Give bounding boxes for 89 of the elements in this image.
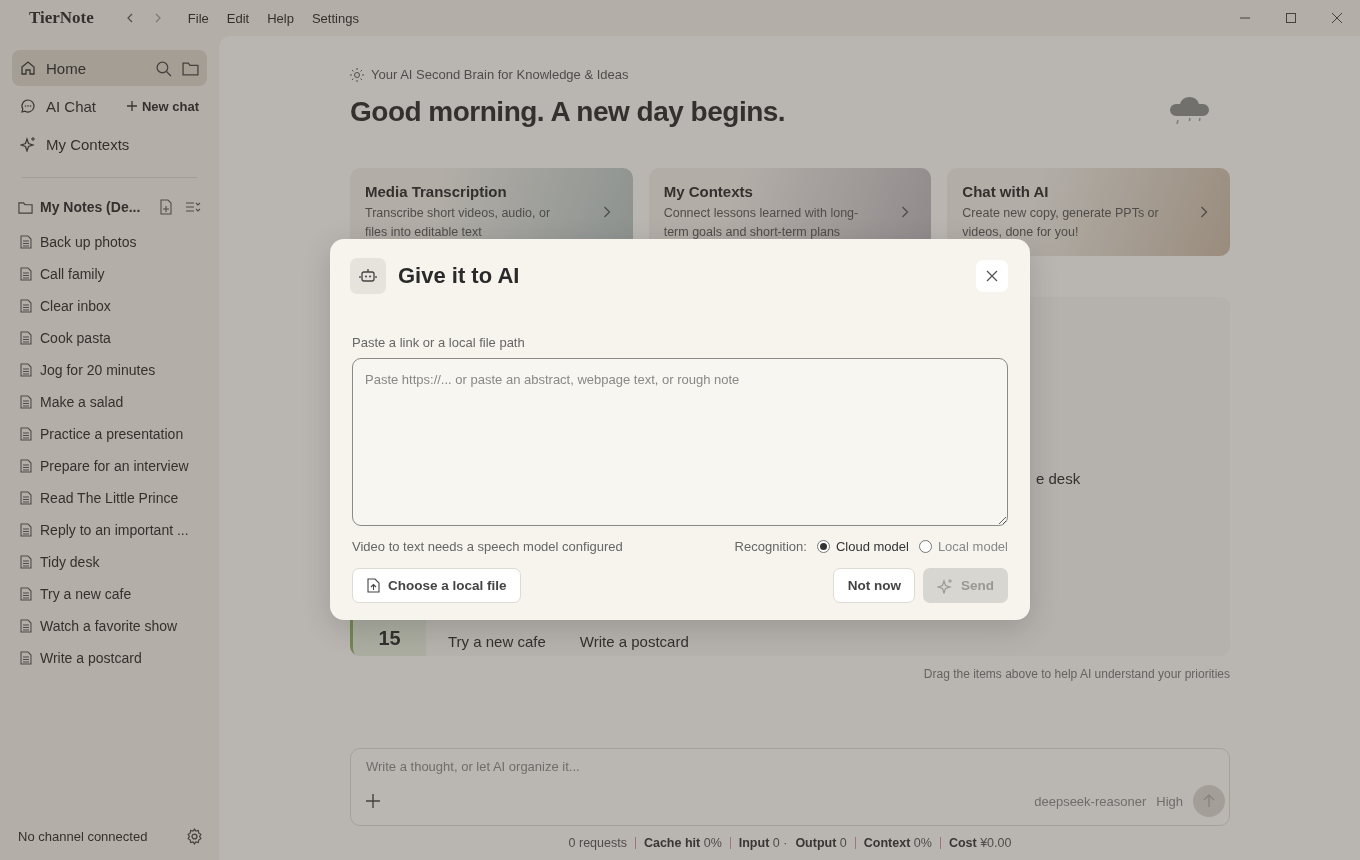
menu-item[interactable]: Edit	[226, 10, 250, 26]
document-icon	[20, 523, 32, 537]
document-icon	[20, 491, 32, 505]
close-button[interactable]	[976, 260, 1008, 292]
note-item[interactable]: Reply to an important ...	[12, 514, 207, 546]
document-icon	[20, 555, 32, 569]
note-item[interactable]: Try a new cafe	[12, 578, 207, 610]
app-logo: TierNote	[29, 8, 94, 28]
menu-item[interactable]: Help	[267, 10, 294, 26]
usage-stat: Context 0%	[863, 836, 932, 850]
note-item[interactable]: Write a postcard	[12, 642, 207, 674]
speech-model-note: Video to text needs a speech model configured	[352, 539, 623, 554]
close-icon[interactable]	[1331, 12, 1343, 24]
robot-icon	[350, 258, 386, 294]
maximize-icon[interactable]	[1285, 12, 1297, 24]
recognition-label: Recognition:	[734, 539, 807, 554]
chevron-right-icon	[1200, 206, 1208, 218]
nav-item[interactable]: AI Chat New chat	[12, 88, 207, 124]
sparkle-icon	[937, 577, 953, 594]
sort-icon[interactable]	[185, 199, 201, 215]
chevron-right-icon	[602, 206, 611, 218]
settings-icon[interactable]	[186, 828, 203, 845]
priority-item[interactable]: Try a new cafe	[448, 633, 546, 650]
new-chat-button[interactable]: New chat	[126, 96, 199, 116]
note-item[interactable]: Read The Little Prince	[12, 482, 207, 514]
usage-stat: Cache hit 0%	[643, 836, 722, 850]
document-icon	[20, 299, 32, 313]
new-note-icon[interactable]	[158, 199, 174, 215]
document-icon	[20, 363, 32, 377]
priority-hint: Drag the items above to help AI understand your priorities	[922, 667, 1230, 681]
folder-name[interactable]: My Notes (De...	[40, 199, 141, 215]
document-icon	[20, 235, 32, 249]
dialog-title: Give it to AI	[398, 263, 520, 289]
note-item[interactable]: Jog for 20 minutes	[12, 354, 207, 386]
document-icon	[20, 395, 32, 409]
sun-icon	[350, 67, 364, 82]
usage-stat: Input 0 ·	[738, 836, 788, 850]
usage-stat: 0 requests	[568, 836, 627, 850]
note-item[interactable]: Practice a presentation	[12, 418, 207, 450]
arrow-up-icon	[1202, 794, 1216, 808]
note-item[interactable]: Cook pasta	[12, 322, 207, 354]
not-now-button[interactable]: Not now	[832, 568, 915, 603]
note-item[interactable]: Tidy desk	[12, 546, 207, 578]
document-icon	[20, 619, 32, 633]
tagline: Your AI Second Brain for Knowledge & Ideas	[371, 67, 629, 82]
chat-icon	[20, 98, 36, 114]
folder-icon[interactable]	[18, 199, 33, 215]
note-item[interactable]: Make a salad	[12, 386, 207, 418]
menu-item[interactable]: File	[187, 10, 209, 26]
nav-item[interactable]: My Contexts	[12, 126, 207, 162]
document-icon	[20, 331, 32, 345]
note-item[interactable]: Call family	[12, 258, 207, 290]
file-upload-icon	[367, 578, 380, 593]
priority-item[interactable]: e desk	[1036, 470, 1081, 487]
usage-stat: Output 0	[795, 836, 847, 850]
greeting-heading: Good morning. A new day begins.	[350, 96, 786, 128]
radio-option[interactable]: Cloud model	[816, 539, 909, 554]
chevron-right-icon	[901, 206, 910, 218]
document-icon	[20, 587, 32, 601]
card-title: Media Transcription	[365, 183, 508, 201]
document-icon	[20, 267, 32, 281]
note-item[interactable]: Watch a favorite show	[12, 610, 207, 642]
document-icon	[20, 651, 32, 665]
card-title: My Contexts	[663, 183, 754, 201]
close-icon	[986, 270, 998, 282]
document-icon	[20, 427, 32, 441]
field-label: Paste a link or a local file path	[352, 335, 526, 350]
usage-stat: Cost ¥0.00	[948, 836, 1012, 850]
search-icon[interactable]	[155, 59, 172, 77]
home-icon	[20, 60, 36, 76]
link-input-field[interactable]: Paste https://... or paste an abstract, webpage text, or rough note	[352, 358, 1008, 526]
channel-status: No channel connected	[18, 829, 148, 844]
radio-option[interactable]: Local model	[918, 539, 1008, 554]
priority-item[interactable]: Write a postcard	[579, 633, 689, 650]
card-description: Connect lessons learned with long-term goals and short-term plans	[663, 205, 860, 241]
document-icon	[20, 459, 32, 473]
note-item[interactable]: Prepare for an interview	[12, 450, 207, 482]
nav-item[interactable]: Home	[12, 50, 207, 86]
card-title: Chat with AI	[962, 183, 1050, 201]
note-item[interactable]: Back up photos	[12, 226, 207, 258]
menu-item[interactable]: Settings	[311, 10, 359, 26]
plus-icon	[126, 101, 137, 111]
feature-card[interactable]: Chat with AI Create new copy, generate PPTs or videos, done for you!	[947, 168, 1230, 256]
note-item[interactable]: Clear inbox	[12, 290, 207, 322]
plus-icon[interactable]	[366, 794, 380, 808]
card-description: Create new copy, generate PPTs or videos, done for you!	[962, 205, 1160, 241]
choose-file-button[interactable]: Choose a local file	[352, 568, 521, 603]
sparkle-icon	[20, 136, 36, 152]
card-description: Transcribe short videos, audio, or files into editable text	[365, 205, 552, 241]
